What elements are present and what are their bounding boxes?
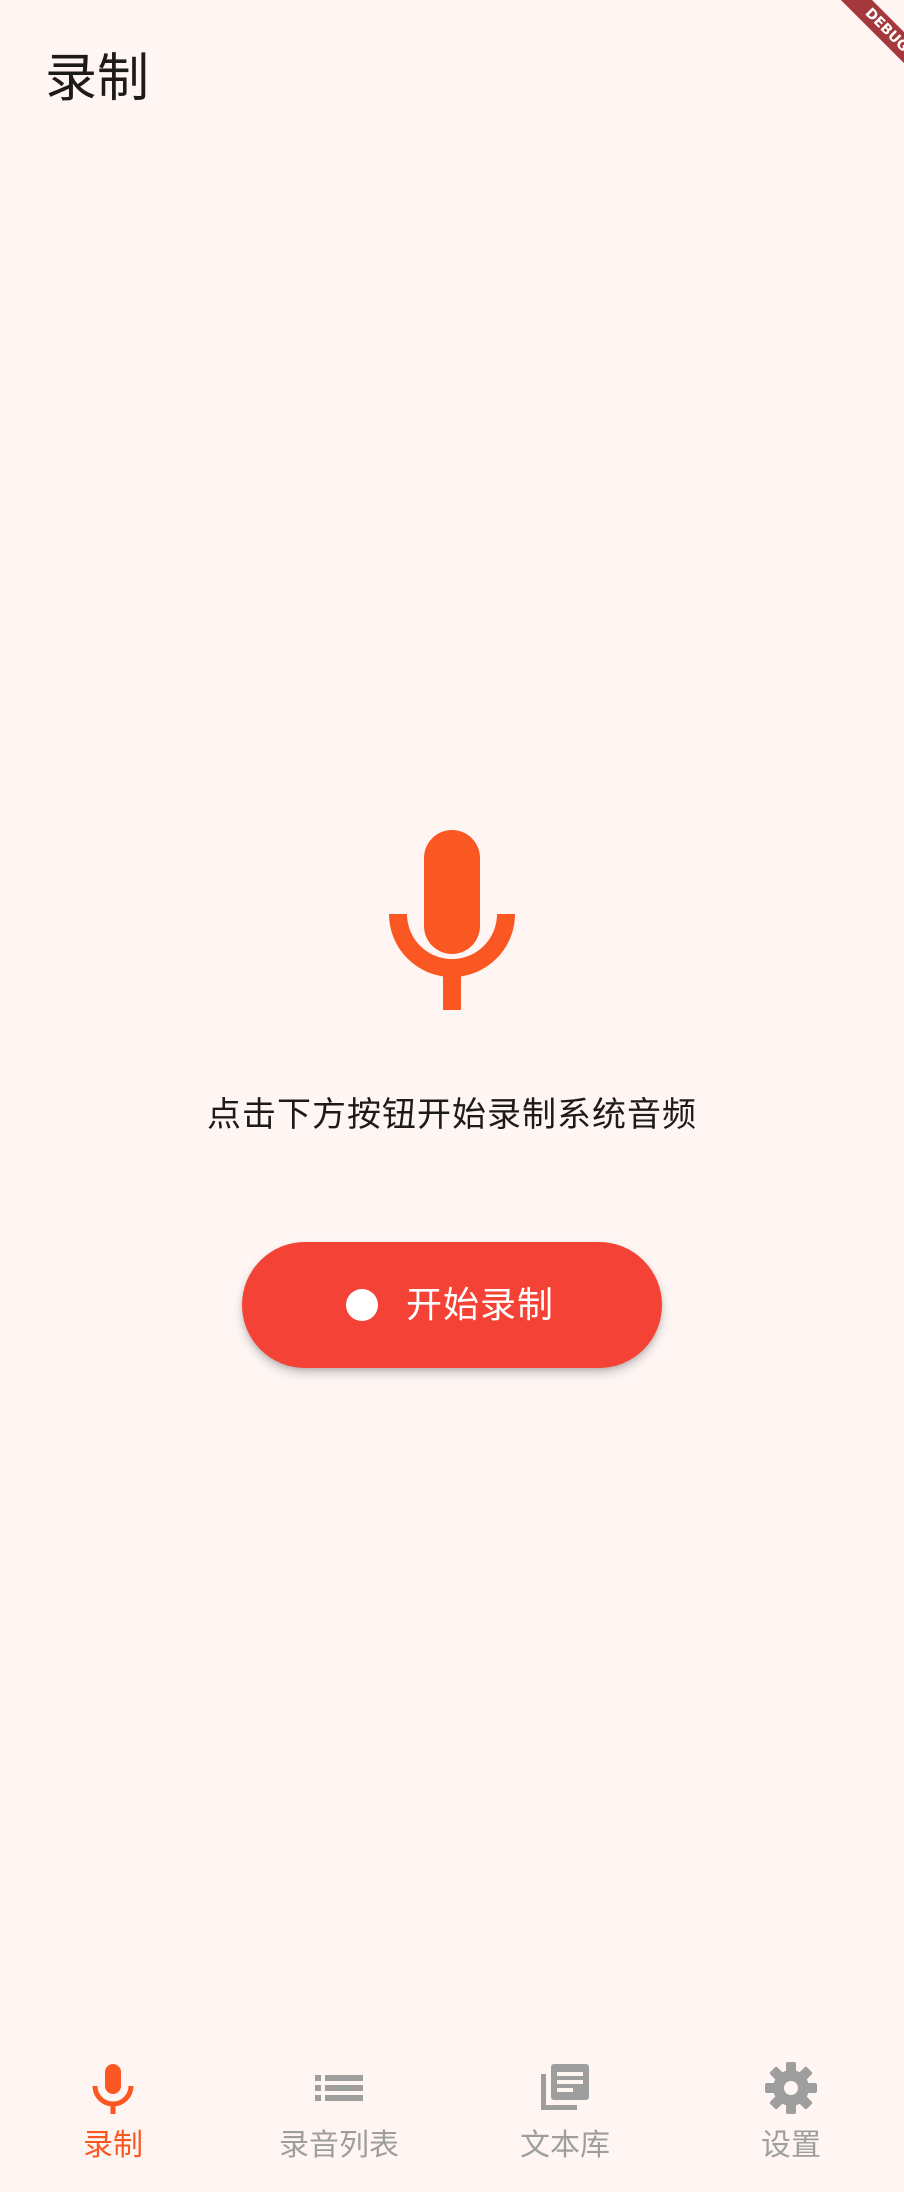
mic-icon [92,2064,134,2114]
nav-item-record[interactable]: 录制 [0,2040,226,2192]
nav-label-recordings: 录音列表 [279,2128,399,2163]
nav-item-settings[interactable]: 设置 [678,2040,904,2192]
nav-item-recordings[interactable]: 录音列表 [226,2040,452,2192]
mic-icon [389,830,515,1010]
debug-banner: DEBUG [834,0,904,70]
recording-panel: 点击下方按钮开始录制系统音频 开始录制 [0,160,904,2040]
nav-label-record: 录制 [83,2128,143,2163]
page-title: 录制 [45,49,150,109]
recording-prompt: 点击下方按钮开始录制系统音频 [207,1095,697,1135]
start-recording-label: 开始录制 [406,1284,555,1325]
bottom-navigation: 录制 录音列表 文本库 设置 [0,2040,904,2192]
gear-icon [765,2062,817,2114]
debug-banner-label: DEBUG [836,0,904,70]
app-bar: 录制 [0,0,904,160]
record-dot-icon [346,1289,378,1321]
nav-label-settings: 设置 [761,2128,821,2163]
nav-item-text-library[interactable]: 文本库 [452,2040,678,2192]
start-recording-button[interactable]: 开始录制 [242,1242,662,1368]
nav-label-text-library: 文本库 [520,2128,610,2163]
library-books-icon [541,2064,589,2110]
list-icon [315,2075,363,2101]
